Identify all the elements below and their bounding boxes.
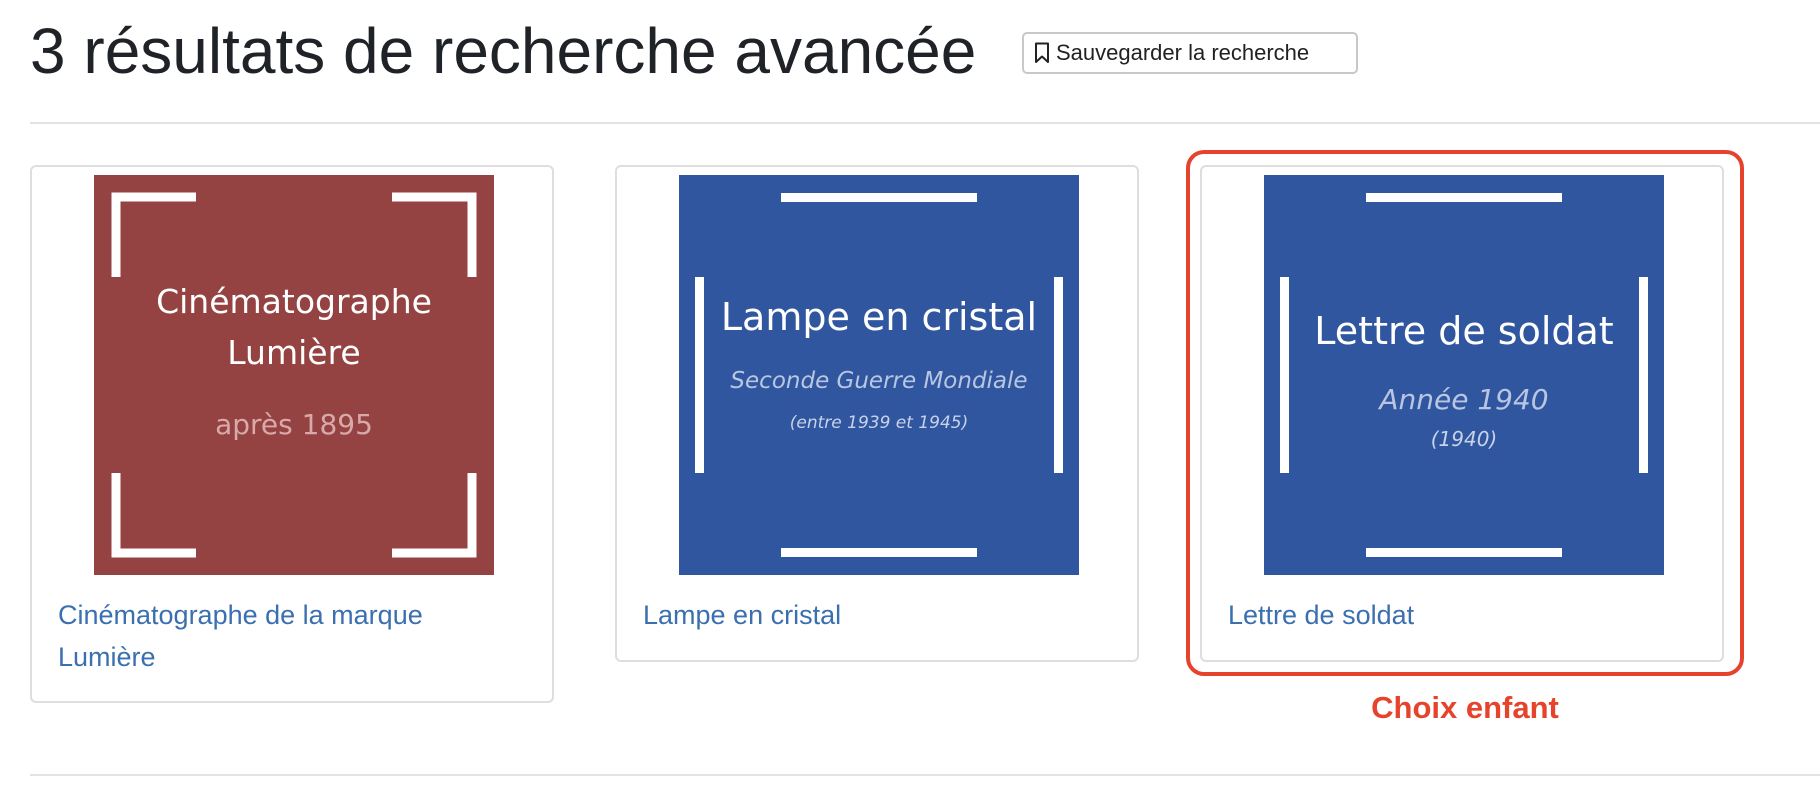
result-title-link[interactable]: Cinématographe de la marque Lumière: [58, 594, 498, 678]
thumbnail-subtitle: Seconde Guerre Mondiale: [730, 368, 1027, 394]
footer-divider: [30, 774, 1820, 776]
thumbnail-title-line-2: Lumière: [227, 333, 360, 372]
result-title-link[interactable]: Lampe en cristal: [643, 594, 1083, 636]
page-title: 3 résultats de recherche avancée: [30, 15, 977, 87]
header-divider: [30, 122, 1820, 124]
thumbnail-background: [94, 175, 494, 575]
thumbnail-title-line-1: Cinématographe: [156, 282, 432, 321]
save-search-label: Sauvegarder la recherche: [1056, 40, 1310, 65]
result-thumbnail[interactable]: Cinématographe Lumière après 1895: [94, 175, 494, 575]
thumbnail-date: après 1895: [215, 408, 373, 441]
thumbnail-date: (entre 1939 et 1945): [790, 413, 968, 433]
annotation-highlight-box: [1186, 150, 1744, 676]
result-card: Lampe en cristal Seconde Guerre Mondiale…: [615, 165, 1139, 662]
result-card: Cinématographe Lumière après 1895 Cinéma…: [30, 165, 554, 703]
bookmark-icon: [1034, 42, 1050, 64]
result-thumbnail[interactable]: Lampe en cristal Seconde Guerre Mondiale…: [679, 175, 1079, 575]
save-search-button[interactable]: Sauvegarder la recherche: [1022, 32, 1358, 74]
annotation-label: Choix enfant: [1371, 690, 1559, 725]
thumbnail-title-line-1: Lampe en cristal: [721, 295, 1037, 339]
